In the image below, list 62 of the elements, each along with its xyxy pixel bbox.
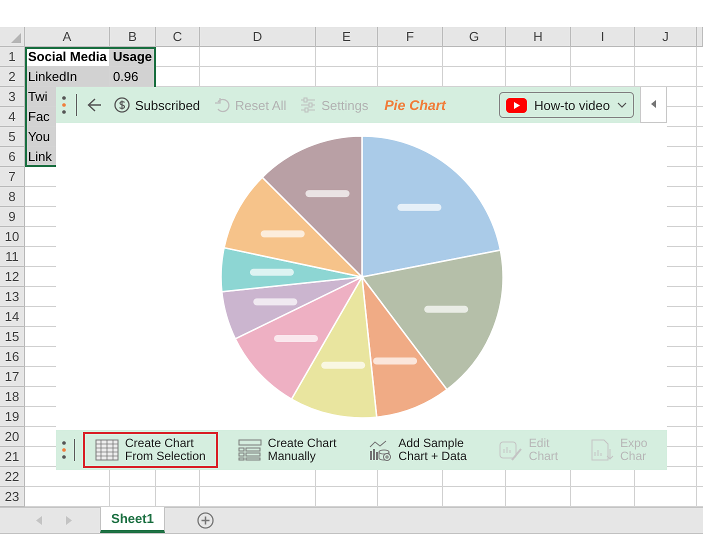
table-cell[interactable]: You xyxy=(25,127,56,147)
row-header[interactable]: 13 xyxy=(0,287,25,307)
chevron-down-icon xyxy=(617,102,627,108)
row-header[interactable]: 5 xyxy=(0,127,25,147)
table-cell[interactable]: Fac xyxy=(25,107,56,127)
table-cell[interactable]: Social Media xyxy=(25,47,110,67)
column-header[interactable]: J xyxy=(635,27,697,47)
drag-handle-icon[interactable] xyxy=(62,440,66,460)
row-header[interactable]: 4 xyxy=(0,107,25,127)
undo-icon xyxy=(214,97,230,113)
toolbar-button[interactable]: Subscribed xyxy=(112,97,202,113)
row-header[interactable]: 1 xyxy=(0,47,25,67)
action-button[interactable]: Add Sample Chart + Data xyxy=(356,432,479,468)
drag-handle-icon[interactable] xyxy=(62,95,66,115)
corner-triangle-icon xyxy=(11,33,21,43)
row-header[interactable]: 17 xyxy=(0,367,25,387)
column-header[interactable]: C xyxy=(156,27,200,47)
chart-database-icon xyxy=(368,439,392,461)
column-header[interactable]: H xyxy=(506,27,571,47)
table-icon xyxy=(95,439,119,461)
play-icon xyxy=(506,98,528,112)
sheet-tab[interactable]: Sheet1 xyxy=(100,507,165,533)
column-header[interactable]: F xyxy=(378,27,443,47)
column-header[interactable]: I xyxy=(571,27,635,47)
form-icon xyxy=(238,439,262,461)
column-header[interactable]: E xyxy=(316,27,378,47)
column-header[interactable]: G xyxy=(443,27,506,47)
row-header[interactable]: 11 xyxy=(0,247,25,267)
table-cell[interactable]: LinkedIn xyxy=(25,67,110,87)
row-header[interactable]: 9 xyxy=(0,207,25,227)
row-header[interactable]: 6 xyxy=(0,147,25,167)
sliders-icon xyxy=(300,97,316,113)
chart-pencil-icon xyxy=(498,439,523,461)
row-header[interactable]: 16 xyxy=(0,347,25,367)
row-header[interactable]: 3 xyxy=(0,87,25,107)
row-header[interactable]: 23 xyxy=(0,487,25,507)
row-header[interactable]: 18 xyxy=(0,387,25,407)
row-header[interactable]: 21 xyxy=(0,447,25,467)
row-header[interactable]: 12 xyxy=(0,267,25,287)
row-header[interactable]: 10 xyxy=(0,227,25,247)
column-header[interactable]: A xyxy=(25,27,110,47)
column-header[interactable]: B xyxy=(110,27,156,47)
action-button[interactable]: Create Chart From Selection xyxy=(83,432,218,468)
row-header[interactable]: 8 xyxy=(0,187,25,207)
row-header[interactable]: 14 xyxy=(0,307,25,327)
back-arrow-icon[interactable] xyxy=(87,98,102,112)
row-header[interactable]: 2 xyxy=(0,67,25,87)
row-header[interactable]: 7 xyxy=(0,167,25,187)
action-button[interactable]: Create Chart Manually xyxy=(226,432,348,468)
add-sheet-icon[interactable] xyxy=(197,512,214,529)
document-download-icon xyxy=(590,439,614,461)
table-cell[interactable]: 0.96 xyxy=(110,67,156,87)
row-header[interactable]: 22 xyxy=(0,467,25,487)
table-cell[interactable]: Twi xyxy=(25,87,56,107)
row-header[interactable]: 20 xyxy=(0,427,25,447)
column-header[interactable]: D xyxy=(200,27,316,47)
dollar-circle-icon xyxy=(114,97,130,113)
row-header[interactable]: 15 xyxy=(0,327,25,347)
panel-title: Pie Chart xyxy=(384,97,446,113)
video-dropdown[interactable]: How-to video xyxy=(499,92,634,118)
collapse-arrow-icon[interactable] xyxy=(651,100,656,108)
row-header[interactable]: 19 xyxy=(0,407,25,427)
